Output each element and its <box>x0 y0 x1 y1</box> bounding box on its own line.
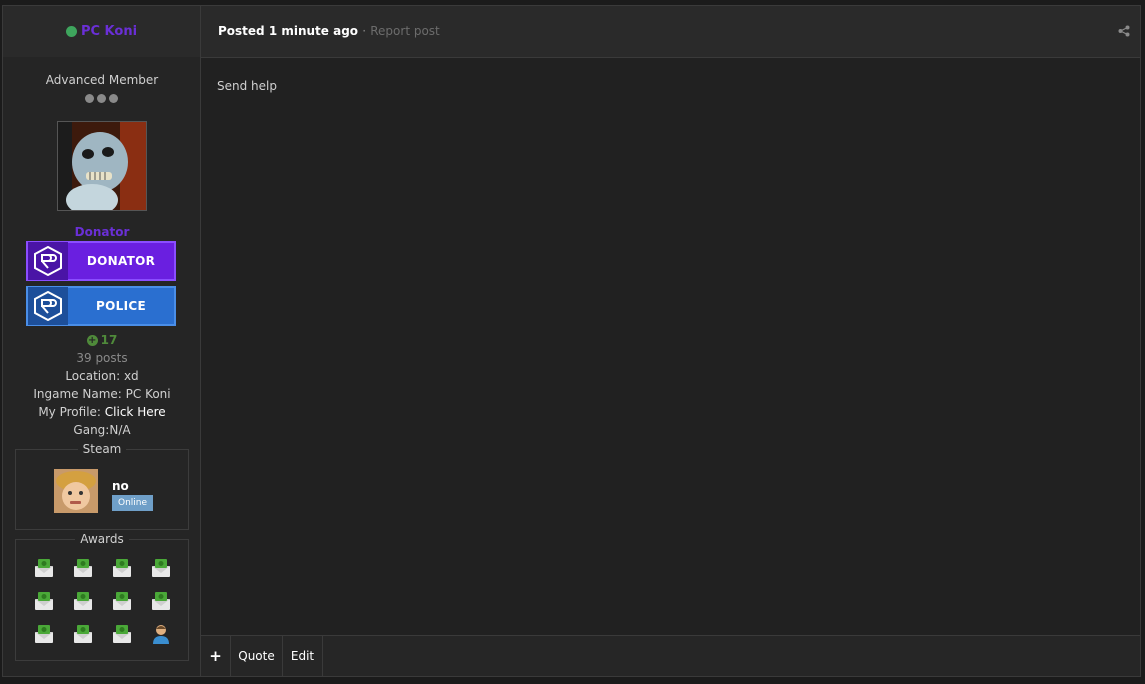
money-envelope-icon[interactable] <box>150 590 172 612</box>
gang-field: Gang:N/A <box>3 423 201 437</box>
location-label: Location: <box>65 369 124 383</box>
edit-button[interactable]: Edit <box>283 636 323 676</box>
steam-avatar-image <box>54 469 98 513</box>
gang-label: Gang: <box>73 423 110 437</box>
steam-avatar[interactable] <box>54 469 98 513</box>
badge-label: DONATOR <box>86 254 156 268</box>
money-envelope-icon[interactable] <box>150 557 172 579</box>
money-envelope-icon[interactable] <box>33 557 55 579</box>
avatar-image <box>58 122 146 210</box>
badge-label: POLICE <box>96 299 146 313</box>
money-envelope-icon[interactable] <box>33 590 55 612</box>
profile-label: My Profile: <box>38 405 105 419</box>
ingame-value: PC Koni <box>125 387 171 401</box>
post-count: 39 posts <box>76 351 128 365</box>
author-header: PC Koni <box>3 6 201 57</box>
meta-separator: · <box>362 24 367 38</box>
money-envelope-icon[interactable] <box>72 557 94 579</box>
report-post-link[interactable]: Report post <box>370 24 440 38</box>
rank-pip <box>97 94 106 103</box>
post-body: Send help <box>217 79 277 93</box>
money-envelope-icon[interactable] <box>111 590 133 612</box>
steam-box: Steam no Online <box>15 442 189 530</box>
money-envelope-icon[interactable] <box>72 623 94 645</box>
location-value: xd <box>123 369 139 383</box>
rank-pip <box>109 94 118 103</box>
plus-circle-icon: + <box>86 335 98 346</box>
reputation[interactable]: +17 <box>3 333 201 347</box>
rank-pip <box>85 94 94 103</box>
money-envelope-icon[interactable] <box>111 557 133 579</box>
rank-pips <box>85 94 118 103</box>
gang-value: N/A <box>109 423 131 437</box>
profile-link[interactable]: Click Here <box>105 405 166 419</box>
reputation-count: 17 <box>100 333 118 347</box>
steam-name: no <box>112 479 129 493</box>
rank-title: Advanced Member <box>45 73 159 87</box>
share-icon[interactable] <box>1118 25 1130 37</box>
ingame-name-field: Ingame Name: PC Koni <box>3 387 201 401</box>
group-name: Donator <box>74 225 130 239</box>
post-actions: + Quote Edit <box>201 635 1140 676</box>
awards-legend: Awards <box>16 532 188 546</box>
steam-status-badge: Online <box>112 495 153 511</box>
ingame-label: Ingame Name: <box>33 387 126 401</box>
money-envelope-icon[interactable] <box>111 623 133 645</box>
awards-box: Awards <box>15 532 189 661</box>
author-name-link[interactable]: PC Koni <box>81 24 137 39</box>
quote-button[interactable]: Quote <box>231 636 283 676</box>
post-meta: Posted 1 minute ago · Report post <box>218 24 440 38</box>
forum-post: PC Koni Posted 1 minute ago · Report pos… <box>2 5 1141 677</box>
profile-field: My Profile: Click Here <box>3 405 201 419</box>
rp-logo-icon <box>28 242 68 280</box>
person-icon[interactable] <box>150 623 172 645</box>
police-badge: POLICE <box>26 286 176 326</box>
online-status-indicator <box>65 26 77 37</box>
awards-grid <box>33 557 172 645</box>
location-field: Location: xd <box>3 369 201 383</box>
author-avatar[interactable] <box>57 121 147 211</box>
multiquote-button[interactable]: + <box>201 636 231 676</box>
steam-legend: Steam <box>16 442 188 456</box>
rp-logo-icon <box>28 287 68 325</box>
post-header: PC Koni Posted 1 minute ago · Report pos… <box>3 6 1140 58</box>
donator-badge: DONATOR <box>26 241 176 281</box>
author-sidebar: Advanced Member Donator DONATOR POLICE +… <box>3 57 201 676</box>
money-envelope-icon[interactable] <box>72 590 94 612</box>
money-envelope-icon[interactable] <box>33 623 55 645</box>
posted-time: Posted 1 minute ago <box>218 24 359 38</box>
